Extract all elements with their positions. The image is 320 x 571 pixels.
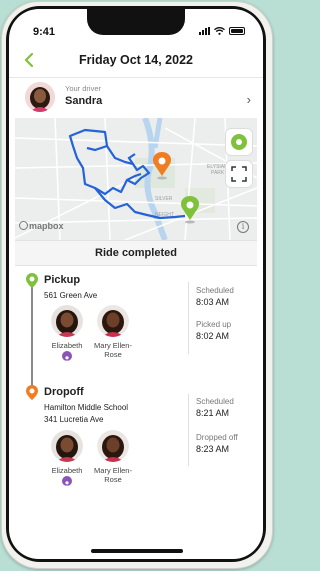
app-header: Friday Oct 14, 2022 xyxy=(9,47,263,75)
dropoff-scheduled-time: 8:21 AM xyxy=(196,408,230,418)
dropoff-address-line1: Hamilton Middle School xyxy=(44,403,129,412)
svg-text:PARK: PARK xyxy=(211,170,225,176)
dropoff-marker-icon xyxy=(26,385,38,400)
time-divider xyxy=(188,394,189,466)
expand-icon xyxy=(231,166,247,182)
pickup-actual-label: Picked up xyxy=(196,320,232,329)
passenger-avatar xyxy=(97,305,129,337)
svg-text:SILVER: SILVER xyxy=(155,196,173,202)
fullscreen-button[interactable] xyxy=(226,161,252,187)
passenger-badge-icon xyxy=(62,351,72,362)
timeline-connector xyxy=(31,287,33,389)
pickup-marker-icon xyxy=(26,273,38,288)
passenger-badge-icon xyxy=(62,476,72,487)
page-title: Friday Oct 14, 2022 xyxy=(79,53,193,67)
locate-button[interactable] xyxy=(226,129,252,155)
driver-avatar xyxy=(25,82,55,112)
passenger-name: Mary Ellen-Rose xyxy=(94,466,132,484)
dropoff-actual-label: Dropped off xyxy=(196,433,238,442)
driver-caption: Your driver xyxy=(65,84,101,93)
pickup-address: 561 Green Ave xyxy=(44,291,98,300)
passenger-name: Elizabeth xyxy=(51,466,83,475)
passenger-name: Mary Ellen-Rose xyxy=(94,341,132,359)
dropoff-title: Dropoff xyxy=(44,386,84,398)
driver-name: Sandra xyxy=(65,95,103,107)
pickup-scheduled-time: 8:03 AM xyxy=(196,297,230,307)
dropoff-scheduled-label: Scheduled xyxy=(196,397,234,406)
pickup-actual-time: 8:02 AM xyxy=(196,331,230,341)
mapbox-logo: mapbox xyxy=(19,221,64,231)
time-divider xyxy=(188,282,189,354)
dropoff-address-line2: 341 Lucretia Ave xyxy=(44,415,104,424)
pickup-title: Pickup xyxy=(44,274,81,286)
driver-row[interactable]: Your driver Sandra › xyxy=(9,80,263,118)
dropoff-actual-time: 8:23 AM xyxy=(196,444,230,454)
wifi-icon xyxy=(214,27,225,35)
passenger-avatar xyxy=(51,305,83,337)
status-icons xyxy=(199,27,245,35)
pickup-scheduled-label: Scheduled xyxy=(196,286,234,295)
divider xyxy=(9,77,263,78)
status-time: 9:41 xyxy=(33,26,56,38)
info-icon[interactable]: i xyxy=(237,221,249,233)
signal-icon xyxy=(199,27,210,35)
passenger-avatar xyxy=(51,430,83,462)
home-indicator[interactable] xyxy=(91,549,183,553)
app-screen: 9:41 Friday Oct 14, 2022 Your driver San… xyxy=(9,9,263,559)
passenger-avatar xyxy=(97,430,129,462)
location-icon xyxy=(231,134,247,150)
chevron-right-icon: › xyxy=(246,92,251,107)
notch xyxy=(87,9,185,35)
battery-icon xyxy=(229,27,245,35)
ride-status-banner: Ride completed xyxy=(15,240,257,266)
passenger-name: Elizabeth xyxy=(51,341,83,350)
